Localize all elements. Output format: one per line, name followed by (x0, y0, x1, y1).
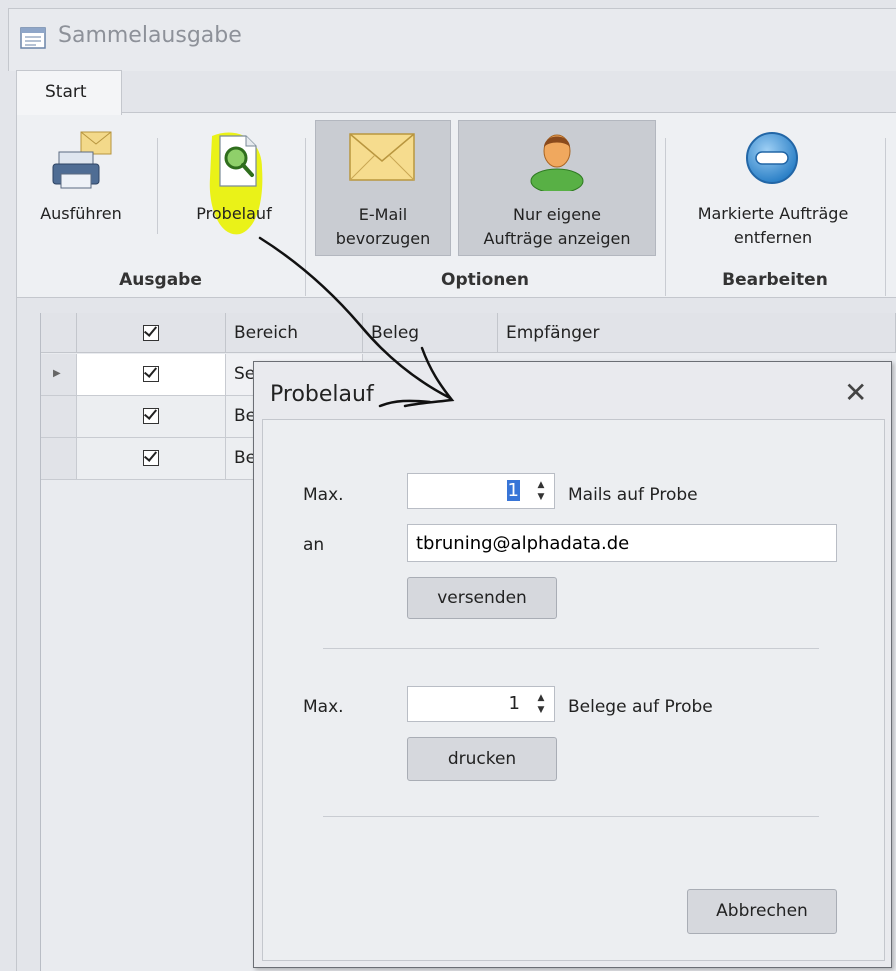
print-count-stepper[interactable]: 1 ▲ ▼ (407, 686, 555, 722)
header-checkbox[interactable] (143, 325, 159, 341)
abbrechen-button[interactable]: Abbrechen (687, 889, 837, 934)
mail-count-suffix: Mails auf Probe (568, 485, 698, 505)
row-checkbox[interactable] (143, 408, 159, 424)
user-icon (530, 134, 584, 191)
table-row-check-cell[interactable] (77, 396, 226, 438)
close-icon[interactable]: ✕ (844, 376, 867, 409)
email-line1: E-Mail (358, 205, 408, 224)
spin-arrows-icon[interactable]: ▲ ▼ (534, 479, 548, 503)
mail-to-label: an (303, 535, 325, 555)
grid-header-empfaenger[interactable]: Empfänger (498, 313, 896, 353)
print-count-suffix: Belege auf Probe (568, 697, 713, 717)
probelauf-dialog: Probelauf ✕ Max. 1 ▲ ▼ Mails auf Probe an… (253, 361, 892, 968)
markierte-auftraege-entfernen-button[interactable]: Markierte Aufträge entfernen (676, 120, 870, 254)
row-indicator: ▶ (41, 354, 77, 396)
eigene-line1: Nur eigene (512, 205, 602, 224)
ribbon-separator (157, 138, 158, 234)
grid-header-check[interactable] (77, 313, 226, 353)
spin-arrows-icon[interactable]: ▲ ▼ (534, 692, 548, 716)
entfernen-line2: entfernen (733, 228, 813, 247)
dialog-separator (323, 816, 819, 817)
table-row-check-cell[interactable] (77, 354, 226, 396)
eigene-line2: Aufträge anzeigen (483, 229, 631, 248)
table-row-check-cell[interactable] (77, 438, 226, 480)
mail-count-value: 1 (506, 480, 520, 501)
tab-start[interactable]: Start (16, 70, 122, 115)
entfernen-line1: Markierte Aufträge (697, 204, 849, 223)
tab-start-label: Start (45, 82, 87, 102)
envelope-icon (349, 133, 415, 181)
dialog-body: Max. 1 ▲▼ Mails auf Probe an versenden M… (262, 419, 885, 961)
drucken-button[interactable]: drucken (407, 737, 557, 781)
grid-header-indicator (41, 313, 77, 353)
printer-mail-icon (52, 131, 112, 189)
current-row-arrow-icon: ▶ (53, 368, 61, 379)
remove-icon (746, 132, 798, 184)
mail-count-stepper[interactable]: 1 ▲ ▼ (407, 473, 555, 509)
window-app-icon (20, 27, 46, 49)
group-label-bearbeiten: Bearbeiten (722, 270, 828, 290)
row-checkbox[interactable] (143, 450, 159, 466)
print-count-value: 1 (508, 693, 520, 714)
row-indicator (41, 396, 77, 438)
ausfuehren-button[interactable]: Ausführen (22, 124, 140, 242)
row-checkbox[interactable] (143, 366, 159, 382)
probelauf-button[interactable]: Probelauf (178, 124, 290, 242)
annotation-arrow (258, 236, 455, 408)
email-field[interactable] (407, 524, 837, 562)
window-title: Sammelausgabe (58, 23, 242, 48)
dialog-separator (323, 648, 819, 649)
print-max-label: Max. (303, 697, 344, 717)
row-indicator (41, 438, 77, 480)
versenden-button[interactable]: versenden (407, 577, 557, 619)
probelauf-label: Probelauf (196, 204, 272, 223)
ribbon-separator (885, 138, 886, 296)
mail-max-label: Max. (303, 485, 344, 505)
ausfuehren-label: Ausführen (40, 204, 122, 223)
nur-eigene-auftraege-toggle[interactable]: Nur eigene Aufträge anzeigen (458, 120, 656, 256)
